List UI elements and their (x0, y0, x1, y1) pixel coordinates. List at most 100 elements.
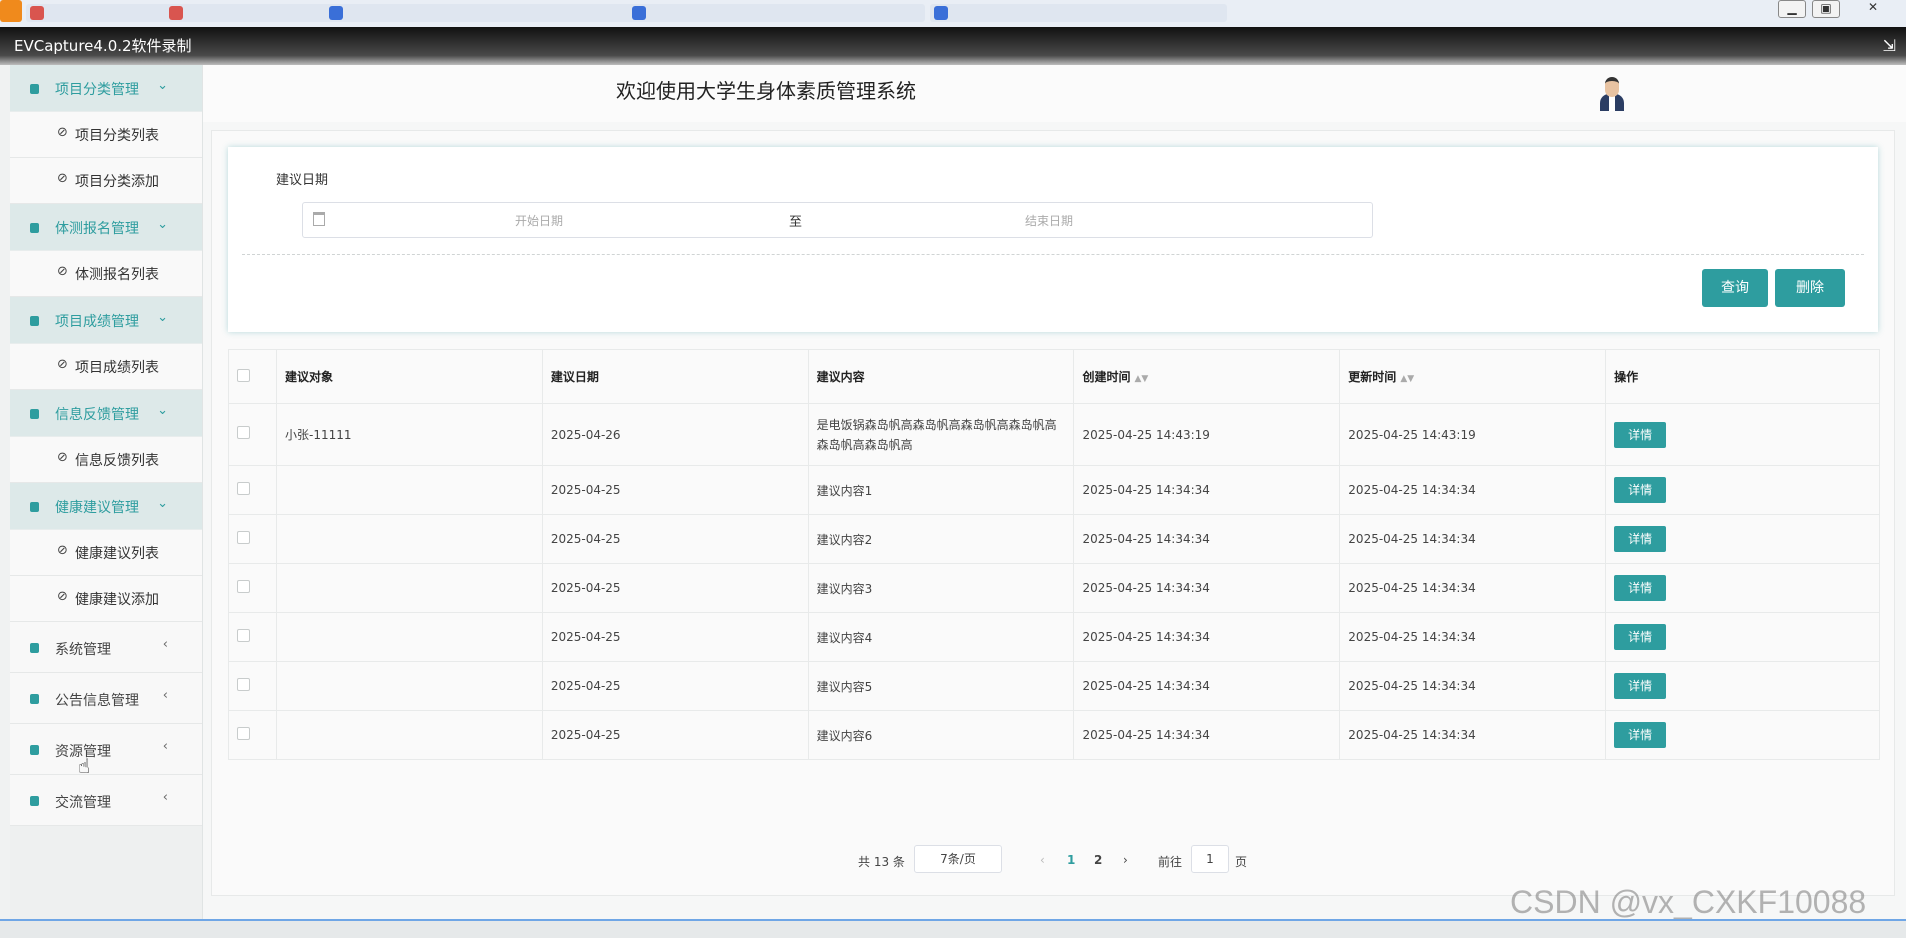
sidebar-group[interactable]: 信息反馈管理 ⌄ (10, 390, 202, 437)
page-2[interactable]: 2 (1094, 853, 1102, 867)
cell-updated: 2025-04-25 14:34:34 (1339, 465, 1607, 515)
row-checkbox-cell[interactable] (228, 710, 277, 760)
sidebar-item-label: 项目分类添加 (75, 174, 159, 190)
cell-created: 2025-04-25 14:43:19 (1073, 403, 1341, 466)
cell-created: 2025-04-25 14:34:34 (1073, 465, 1341, 515)
delete-button[interactable]: 删除 (1775, 269, 1845, 307)
sidebar-group[interactable]: 资源管理 ‹ (10, 724, 202, 775)
row-checkbox[interactable] (237, 482, 250, 495)
os-tab[interactable] (26, 4, 178, 22)
close-icon[interactable]: ✕ (1860, 0, 1886, 16)
goto-page-input[interactable]: 1 (1191, 845, 1229, 873)
page-size-select[interactable]: 7条/页 (914, 845, 1002, 873)
table-row: 小张-11111 2025-04-26 是电饭锅森岛帆高森岛帆高森岛帆高森岛帆高森岛… (228, 403, 1880, 466)
page-1[interactable]: 1 (1067, 853, 1075, 867)
row-checkbox-cell[interactable] (228, 563, 277, 613)
cell-date: 2025-04-25 (541, 514, 809, 564)
sidebar-group[interactable]: 交流管理 ‹ (10, 775, 202, 826)
created-header-label: 创建时间 (1082, 370, 1131, 384)
sidebar-item-label: 健康建议列表 (75, 546, 159, 562)
sidebar-item-label: 体测报名列表 (75, 267, 159, 283)
cell-updated: 2025-04-25 14:43:19 (1339, 403, 1607, 466)
column-header-updated[interactable]: 更新时间 ▲▼ (1339, 349, 1607, 404)
row-checkbox[interactable] (237, 531, 250, 544)
detail-button[interactable]: 详情 (1614, 673, 1667, 699)
sort-icon[interactable]: ▲▼ (1400, 374, 1414, 384)
row-checkbox[interactable] (237, 580, 250, 593)
chevron-left-icon: ‹ (162, 637, 168, 652)
start-date-input[interactable]: 开始日期 (515, 212, 563, 229)
cell-created: 2025-04-25 14:34:34 (1073, 612, 1341, 662)
os-tab[interactable] (628, 4, 925, 22)
menu-group-icon (30, 796, 39, 806)
query-button[interactable]: 查询 (1702, 269, 1768, 307)
next-page-icon[interactable]: › (1123, 853, 1128, 867)
detail-button[interactable]: 详情 (1614, 421, 1667, 448)
circle-check-icon: ⊘ (57, 543, 68, 558)
table-row: 2025-04-25 建议内容2 2025-04-25 14:34:34 2025-0… (228, 514, 1880, 564)
sidebar-item-label: 健康建议添加 (75, 592, 159, 608)
sidebar-item[interactable]: ⊘ 健康建议添加 (10, 576, 202, 622)
end-date-input[interactable]: 结束日期 (1025, 212, 1073, 229)
sidebar-group-label: 项目成绩管理 (55, 314, 139, 330)
detail-button[interactable]: 详情 (1614, 624, 1667, 650)
sidebar-item[interactable]: ⊘ 项目成绩列表 (10, 344, 202, 390)
sidebar-group[interactable]: 公告信息管理 ‹ (10, 673, 202, 724)
sidebar-item-label: 项目成绩列表 (75, 360, 159, 376)
os-tab[interactable] (325, 4, 637, 22)
os-tab[interactable] (930, 4, 1227, 22)
row-checkbox-cell[interactable] (228, 661, 277, 711)
menu-group-icon (30, 84, 39, 94)
date-range-picker[interactable]: 开始日期 至 结束日期 (302, 202, 1373, 238)
cell-updated: 2025-04-25 14:34:34 (1339, 710, 1607, 760)
avatar[interactable] (1599, 77, 1625, 111)
sidebar-item[interactable]: ⊘ 体测报名列表 (10, 251, 202, 297)
sidebar-group[interactable]: 健康建议管理 ⌄ (10, 483, 202, 530)
row-checkbox[interactable] (237, 678, 250, 691)
row-checkbox[interactable] (237, 425, 250, 439)
cell-content: 建议内容3 (807, 563, 1075, 613)
minimize-icon[interactable]: ▁ (1778, 0, 1806, 18)
detail-button[interactable]: 详情 (1614, 477, 1667, 503)
sidebar-item[interactable]: ⊘ 项目分类列表 (10, 112, 202, 158)
maximize-icon[interactable]: ▣ (1812, 0, 1840, 18)
capture-app-icon (0, 0, 22, 22)
collapse-icon[interactable]: ⇲ (1883, 36, 1896, 55)
sidebar-item[interactable]: ⊘ 信息反馈列表 (10, 437, 202, 483)
cell-created: 2025-04-25 14:34:34 (1073, 514, 1341, 564)
row-checkbox-cell[interactable] (228, 465, 277, 515)
prev-page-icon[interactable]: ‹ (1040, 853, 1045, 867)
cell-actions: 详情 (1605, 612, 1880, 662)
os-tab[interactable] (165, 4, 337, 22)
select-all-checkbox-cell[interactable] (228, 349, 277, 404)
column-header-created[interactable]: 创建时间 ▲▼ (1073, 349, 1341, 404)
sort-icon[interactable]: ▲▼ (1134, 374, 1148, 384)
select-all-checkbox[interactable] (237, 368, 250, 382)
sidebar-group[interactable]: 体测报名管理 ⌄ (10, 204, 202, 251)
hand-cursor-icon: ☝ (78, 754, 91, 778)
sidebar-group[interactable]: 项目分类管理 ⌄ (10, 65, 202, 112)
chevron-left-icon: ‹ (162, 790, 168, 805)
cell-content: 建议内容2 (807, 514, 1075, 564)
row-checkbox[interactable] (237, 629, 250, 642)
row-checkbox-cell[interactable] (228, 612, 277, 662)
detail-button[interactable]: 详情 (1614, 722, 1667, 748)
detail-button[interactable]: 详情 (1614, 526, 1667, 552)
chevron-down-icon: ⌄ (157, 217, 168, 232)
cell-actions: 详情 (1605, 465, 1880, 515)
cell-date: 2025-04-25 (541, 465, 809, 515)
search-card: 建议日期 开始日期 至 结束日期 查询 删除 (228, 147, 1878, 332)
row-checkbox-cell[interactable] (228, 514, 277, 564)
detail-button[interactable]: 详情 (1614, 575, 1667, 601)
table-row: 2025-04-25 建议内容1 2025-04-25 14:34:34 2025-0… (228, 465, 1880, 515)
sidebar-group[interactable]: 系统管理 ‹ (10, 622, 202, 673)
range-separator: 至 (789, 215, 803, 230)
row-checkbox[interactable] (237, 727, 250, 740)
chevron-left-icon: ‹ (162, 739, 168, 754)
sidebar-group[interactable]: 项目成绩管理 ⌄ (10, 297, 202, 344)
row-checkbox-cell[interactable] (228, 403, 277, 466)
cell-target (275, 514, 543, 564)
table-row: 2025-04-25 建议内容6 2025-04-25 14:34:34 2025-0… (228, 710, 1880, 760)
sidebar-item[interactable]: ⊘ 健康建议列表 (10, 530, 202, 576)
sidebar-item[interactable]: ⊘ 项目分类添加 (10, 158, 202, 204)
